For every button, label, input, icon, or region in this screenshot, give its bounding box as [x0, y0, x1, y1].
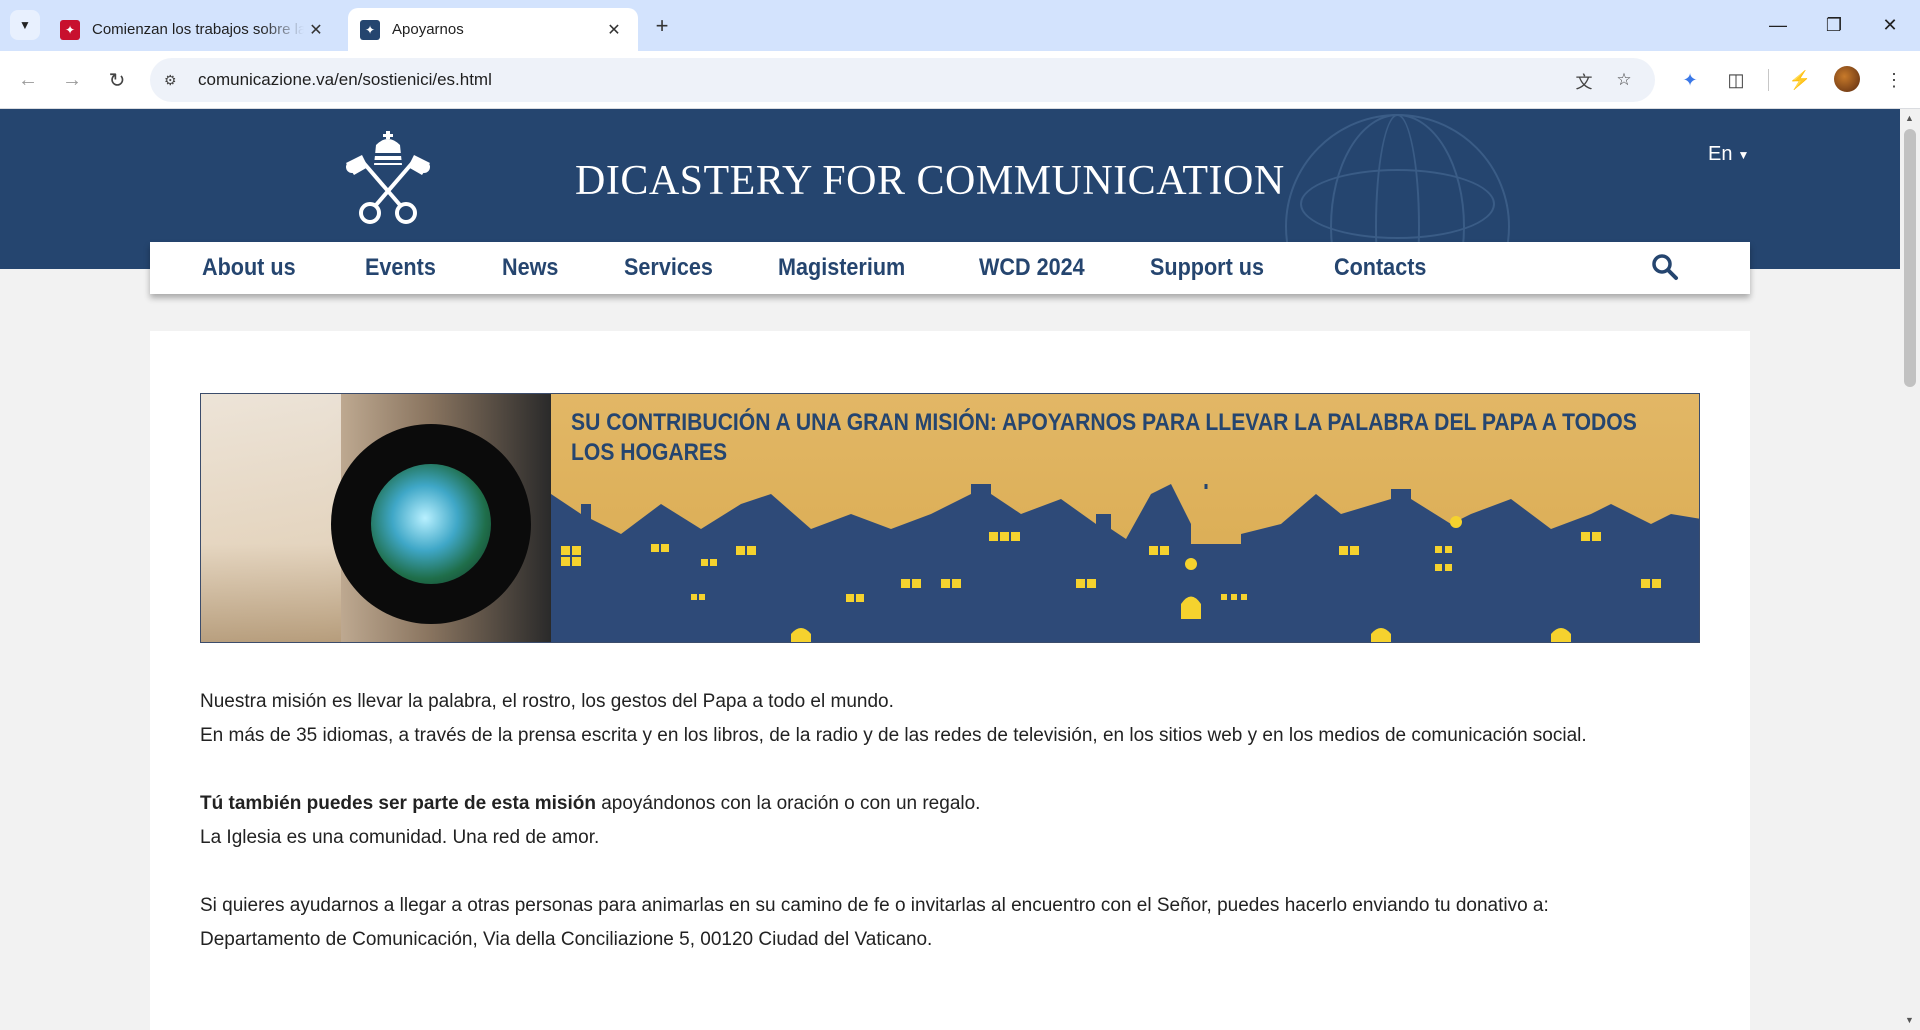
- vatican-favicon-icon: ✦: [60, 19, 80, 40]
- camera-lens-photo: [201, 394, 551, 642]
- dicastery-favicon-icon: ✦: [360, 19, 380, 40]
- caret-down-icon: ▼: [1737, 147, 1750, 162]
- more-menu-icon[interactable]: ⋮: [1878, 64, 1910, 96]
- minimize-button[interactable]: —: [1750, 0, 1806, 51]
- nav-magisterium[interactable]: Magisterium: [778, 254, 905, 282]
- support-rest: apoyándonos con la oración o con un rega…: [595, 793, 981, 814]
- donation-line-1: Si quieres ayudarnos a llegar a otras pe…: [200, 895, 1549, 916]
- language-label: En: [1708, 143, 1733, 165]
- main-content: SU CONTRIBUCIÓN A UNA GRAN MISIÓN: APOYA…: [150, 331, 1750, 1030]
- scrollbar-thumb[interactable]: [1904, 129, 1916, 387]
- performance-icon[interactable]: ⚡: [1784, 64, 1816, 96]
- banner-title: SU CONTRIBUCIÓN A UNA GRAN MISIÓN: APOYA…: [571, 409, 1637, 466]
- search-icon[interactable]: [1650, 252, 1680, 282]
- extensions-puzzle-icon[interactable]: ◫: [1720, 64, 1752, 96]
- site-info-icon[interactable]: ⚙: [164, 72, 188, 89]
- url-text[interactable]: comunicazione.va/en/sostienici/es.html: [198, 70, 492, 90]
- houses-illustration: SU CONTRIBUCIÓN A UNA GRAN MISIÓN: APOYA…: [551, 394, 1699, 642]
- nav-support-us[interactable]: Support us: [1150, 254, 1264, 282]
- community-line: La Iglesia es una comunidad. Una red de …: [200, 827, 600, 848]
- browser-toolbar: ← → ↻ ⚙ comunicazione.va/en/sostienici/e…: [0, 51, 1920, 109]
- forward-button[interactable]: →: [56, 64, 88, 96]
- papal-keys-logo-icon[interactable]: [342, 131, 434, 227]
- donation-paragraph: Si quieres ayudarnos a llegar a otras pe…: [200, 889, 1700, 957]
- bookmark-star-icon[interactable]: ☆: [1612, 68, 1636, 92]
- donation-address: Departamento de Comunicación, Via della …: [200, 929, 933, 950]
- support-banner: SU CONTRIBUCIÓN A UNA GRAN MISIÓN: APOYA…: [200, 393, 1700, 643]
- nav-services[interactable]: Services: [624, 254, 713, 282]
- address-bar[interactable]: ⚙ comunicazione.va/en/sostienici/es.html…: [150, 58, 1655, 102]
- tab-search-button[interactable]: ▼: [10, 10, 40, 40]
- mission-paragraph: Nuestra misión es llevar la palabra, el …: [200, 685, 1700, 753]
- main-nav: About us Events News Services Magisteriu…: [150, 242, 1750, 294]
- translate-icon[interactable]: 文: [1572, 68, 1596, 92]
- lens-reflection: [371, 464, 491, 584]
- nav-wcd-2024[interactable]: WCD 2024: [979, 254, 1085, 282]
- blurred-figure: [201, 394, 341, 642]
- back-button[interactable]: ←: [12, 64, 44, 96]
- tab-comienzan[interactable]: ✦ Comienzan los trabajos sobre la ✕: [48, 8, 340, 51]
- close-window-button[interactable]: ✕: [1862, 0, 1918, 51]
- nav-news[interactable]: News: [502, 254, 558, 282]
- profile-avatar[interactable]: [1834, 66, 1860, 92]
- rooftops-skyline: [551, 484, 1699, 642]
- mission-line-1: Nuestra misión es llevar la palabra, el …: [200, 691, 894, 712]
- support-paragraph: Tú también puedes ser parte de esta misi…: [200, 787, 1700, 855]
- scroll-up-arrow-icon[interactable]: ▲: [1905, 113, 1914, 123]
- toolbar-divider: [1768, 69, 1769, 91]
- tab-title: Comienzan los trabajos sobre la: [92, 21, 304, 38]
- support-bold: Tú también puedes ser parte de esta misi…: [200, 793, 596, 814]
- chevron-down-icon: ▼: [19, 18, 31, 32]
- page-scrollbar[interactable]: ▲ ▼: [1900, 109, 1920, 1030]
- restore-button[interactable]: ❐: [1806, 0, 1862, 51]
- nav-contacts[interactable]: Contacts: [1334, 254, 1426, 282]
- language-selector[interactable]: En ▼: [1708, 143, 1749, 166]
- mission-line-2: En más de 35 idiomas, a través de la pre…: [200, 725, 1587, 746]
- new-tab-button[interactable]: +: [648, 12, 676, 40]
- nav-about-us[interactable]: About us: [202, 254, 296, 282]
- close-tab-icon[interactable]: ✕: [304, 18, 328, 42]
- tab-apoyarnos[interactable]: ✦ Apoyarnos ✕: [348, 8, 638, 51]
- close-tab-icon[interactable]: ✕: [602, 18, 626, 42]
- globe-parallel: [1300, 169, 1495, 239]
- site-title[interactable]: DICASTERY FOR COMMUNICATION: [575, 157, 1285, 205]
- nav-events[interactable]: Events: [365, 254, 436, 282]
- lens: [331, 424, 531, 624]
- extension-feather-icon[interactable]: ✦: [1674, 64, 1706, 96]
- tab-title: Apoyarnos: [392, 21, 464, 38]
- scroll-down-arrow-icon[interactable]: ▼: [1905, 1015, 1914, 1025]
- tab-bar: ▼ ✦ Comienzan los trabajos sobre la ✕ ✦ …: [0, 0, 1920, 51]
- reload-button[interactable]: ↻: [101, 64, 133, 96]
- page-viewport: DICASTERY FOR COMMUNICATION En ▼ About u…: [0, 109, 1900, 1030]
- mission-text: Nuestra misión es llevar la palabra, el …: [200, 685, 1700, 991]
